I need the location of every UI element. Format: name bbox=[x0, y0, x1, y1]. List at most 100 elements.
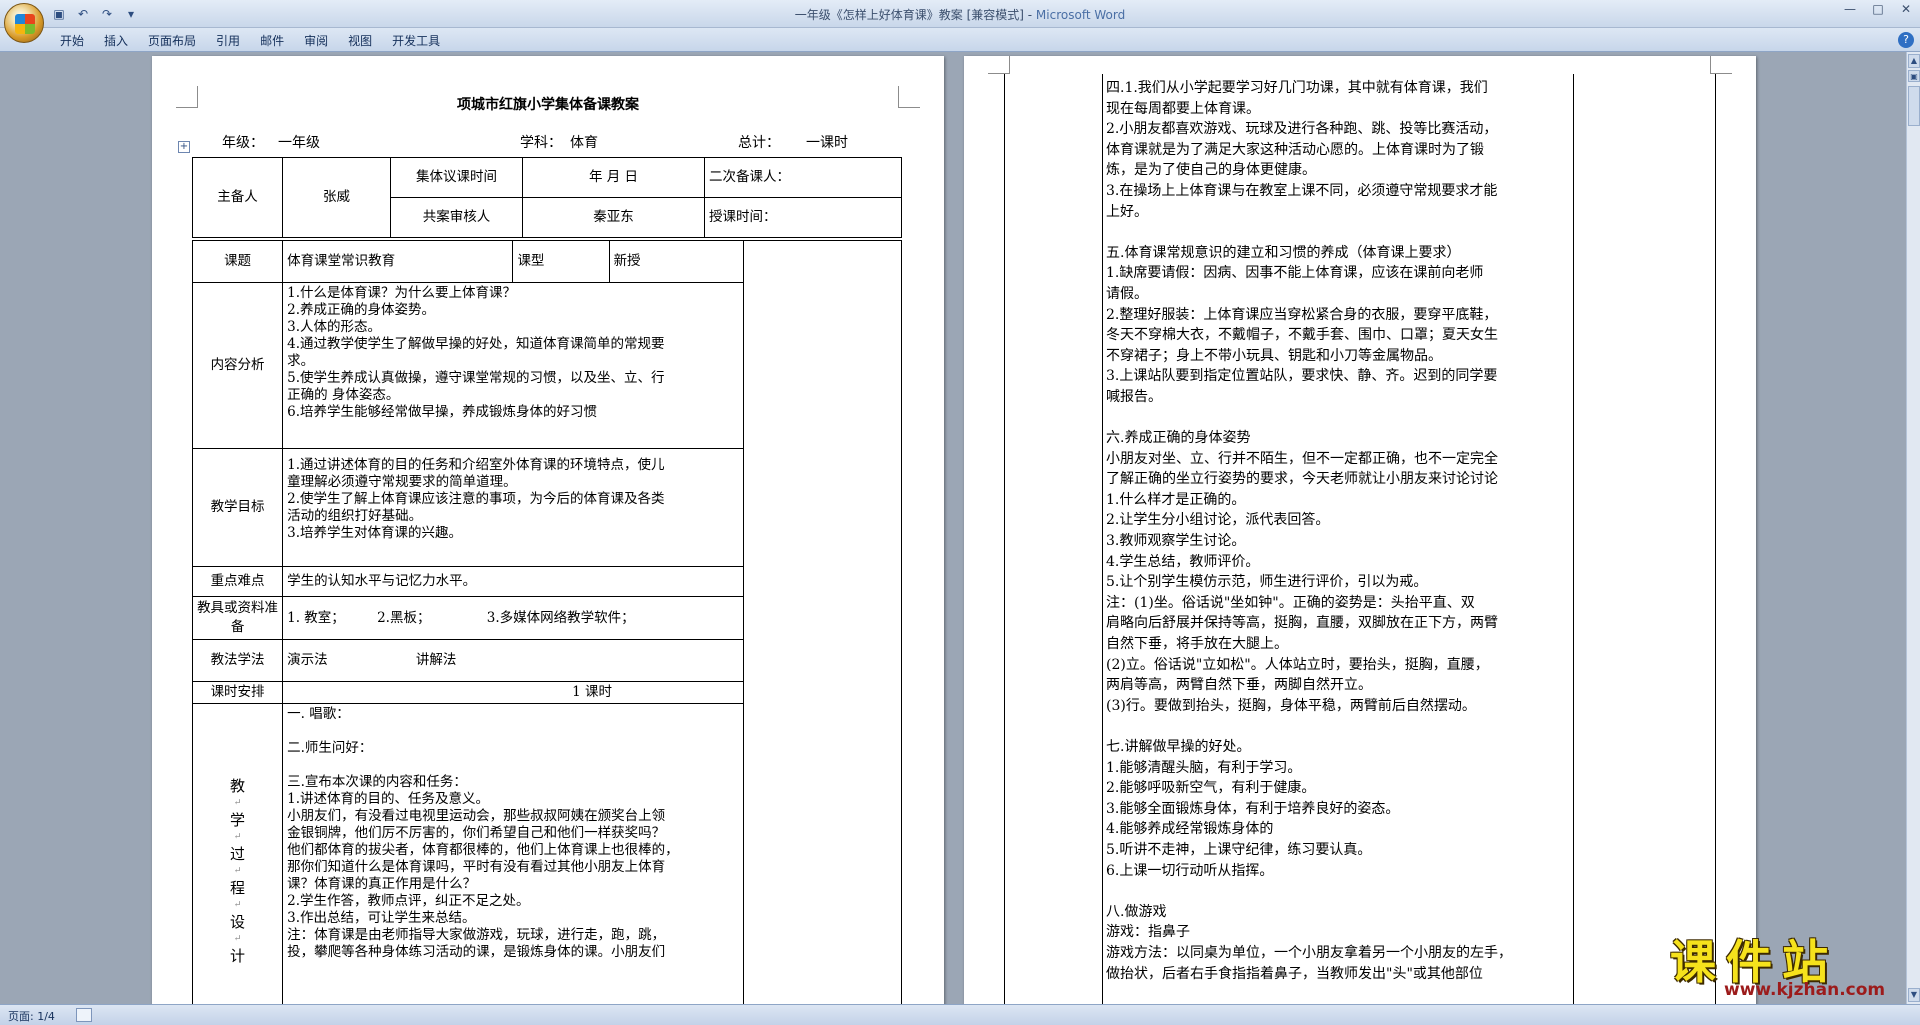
text-line: 冬天不穿棉大衣，不戴帽子，不戴手套、围巾、口罩；夏天女生 bbox=[1106, 327, 1498, 344]
table-anchor-icon[interactable]: + bbox=[178, 141, 190, 153]
process-cell: 一. 唱歌： 二.师生问好： 三.宣布本次课的内容和任务： 1.讲述体育的目的、… bbox=[282, 703, 744, 1004]
notes-column bbox=[742, 240, 903, 1004]
document-title: 一年级《怎样上好体育课》教案 [兼容模式] - bbox=[794, 8, 1036, 22]
tools-label: 教具或资料准备 bbox=[191, 596, 284, 640]
ribbon-tabs: 开始 插入 页面布局 引用 邮件 审阅 视图 开发工具 ? bbox=[0, 28, 1920, 52]
text-line: 4.学生总结，教师评价。 bbox=[1106, 553, 1260, 570]
method-item: 讲解法 bbox=[415, 652, 457, 668]
reviewer-value: 秦亚东 bbox=[522, 197, 705, 238]
text-line: (3)行。要做到抬头，挺胸，身体平稳，两臂前后自然摆动。 bbox=[1106, 697, 1476, 714]
text-line: 上好。 bbox=[1106, 203, 1148, 220]
minimize-button[interactable]: — bbox=[1836, 0, 1864, 20]
continued-lesson-text: 四.1.我们从小学起要学习好几门功课，其中就有体育课，我们 现在每周都要上体育课。… bbox=[1106, 78, 1576, 984]
page-2: 四.1.我们从小学起要学习好几门功课，其中就有体育课，我们 现在每周都要上体育课。… bbox=[964, 56, 1756, 1004]
tab-references[interactable]: 引用 bbox=[208, 30, 248, 50]
text-line: 体育课就是为了满足大家这种活动心愿的。上体育课时为了锻 bbox=[1106, 141, 1484, 158]
process-line: 课？体育课的真正作用是什么？ bbox=[287, 876, 477, 892]
tab-developer[interactable]: 开发工具 bbox=[384, 30, 448, 50]
schedule-value: 1 课时 bbox=[282, 681, 902, 704]
window-controls: — □ ✕ bbox=[1836, 0, 1920, 20]
process-line: 二.师生问好： bbox=[287, 740, 373, 756]
process-line: 注：体育课是由老师指导大家做游戏，玩球，进行走，跑，跳， bbox=[287, 927, 666, 943]
window-title: 一年级《怎样上好体育课》教案 [兼容模式] - Microsoft Word bbox=[0, 6, 1920, 23]
process-line: 3.作出总结，可让学生来总结。 bbox=[287, 910, 476, 926]
tab-review[interactable]: 审阅 bbox=[296, 30, 336, 50]
content-line: 4.通过教学使学生了解做早操的好处，知道体育课简单的常规要 bbox=[287, 336, 665, 352]
goal-line: 1.通过讲述体育的目的任务和介绍室外体育课的环境特点，使儿 bbox=[287, 457, 665, 473]
help-icon[interactable]: ? bbox=[1898, 32, 1914, 48]
lesson-table: 课题 体育课堂常识教育 课型 新授 内容分析 1.什么是体育课？为什么要上体育课… bbox=[191, 240, 903, 1004]
tool-item: 3.多媒体网络教学软件； bbox=[486, 609, 635, 626]
text-line: 3.能够全面锻炼身体，有利于培养良好的姿态。 bbox=[1106, 800, 1400, 817]
process-line: 金银铜牌，他们厉不厉害的，你们希望自己和他们一样获奖吗？ bbox=[287, 825, 666, 841]
tool-item: 2.黑板； bbox=[377, 609, 431, 626]
page-1: 项城市红旗小学集体备课教案 + 年级： 一年级 学科： 体育 总计： 一课时 主… bbox=[152, 56, 944, 1004]
meeting-time-label: 集体议课时间 bbox=[390, 157, 523, 198]
scroll-down-icon[interactable]: ▼ bbox=[1908, 988, 1920, 1002]
document-workspace: 项城市红旗小学集体备课教案 + 年级： 一年级 学科： 体育 总计： 一课时 主… bbox=[0, 52, 1906, 1004]
schedule-label: 课时安排 bbox=[191, 681, 284, 704]
proofing-icon[interactable] bbox=[76, 1008, 92, 1022]
tab-home[interactable]: 开始 bbox=[52, 30, 92, 50]
process-line: 那你们知道什么是体育课吗，平时有没有看过其他小朋友上体育 bbox=[287, 859, 666, 875]
grade-label: 年级： bbox=[222, 135, 264, 151]
key-points-label: 重点难点 bbox=[191, 566, 284, 597]
scroll-up-icon[interactable]: ▲ bbox=[1908, 54, 1920, 68]
process-line: 投，攀爬等各种身体练习活动的课，是锻炼身体的课。小朋友们 bbox=[287, 944, 666, 960]
method-cell: 演示法 讲解法 bbox=[282, 639, 744, 682]
status-bar: 页面: 1/4 bbox=[0, 1004, 1920, 1025]
text-line: 5.让个别学生模仿示范，师生进行评价，引以为戒。 bbox=[1106, 574, 1428, 591]
text-line: 自然下垂，将手放在大腿上。 bbox=[1106, 636, 1288, 653]
close-button[interactable]: ✕ bbox=[1892, 0, 1920, 20]
tab-mailings[interactable]: 邮件 bbox=[252, 30, 292, 50]
teach-time-label: 授课时间： bbox=[704, 197, 902, 238]
text-line: 2.整理好服装：上体育课应当穿松紧合身的衣服，要穿平底鞋， bbox=[1106, 306, 1498, 323]
text-line: 现在每周都要上体育课。 bbox=[1106, 100, 1260, 117]
tab-view[interactable]: 视图 bbox=[340, 30, 380, 50]
ruler-toggle-icon[interactable]: ▣ bbox=[1908, 70, 1920, 82]
text-line: 游戏方法：以同桌为单位，一个小朋友拿着另一个小朋友的左手， bbox=[1106, 944, 1512, 961]
reviewer-label: 共案审核人 bbox=[390, 197, 523, 238]
text-line: 小朋友对坐、立、行并不陌生，但不一定都正确，也不一定完全 bbox=[1106, 450, 1498, 467]
subject-label: 学科： bbox=[520, 135, 562, 151]
text-line: 1.什么样才是正确的。 bbox=[1106, 491, 1246, 508]
tools-cell: 1. 教室； 2.黑板； 3.多媒体网络教学软件； bbox=[282, 596, 744, 640]
tool-item: 1. 教室； bbox=[287, 609, 345, 626]
document-heading: 项城市红旗小学集体备课教案 bbox=[457, 97, 639, 113]
maximize-button[interactable]: □ bbox=[1864, 0, 1892, 20]
grade-value: 一年级 bbox=[278, 135, 320, 151]
text-line: 2.能够呼吸新空气，有利于健康。 bbox=[1106, 780, 1316, 797]
office-button[interactable] bbox=[4, 3, 44, 43]
content-line: 3.人体的形态。 bbox=[287, 319, 382, 335]
scroll-thumb[interactable] bbox=[1908, 86, 1920, 126]
text-line bbox=[1106, 716, 1576, 737]
text-line bbox=[1106, 222, 1576, 243]
process-line: 小朋友们，有没看过电视里运动会，那些叔叔阿姨在颁奖台上领 bbox=[287, 808, 666, 824]
process-label-char: 程 bbox=[230, 879, 246, 897]
page-counter[interactable]: 页面: 1/4 bbox=[8, 1008, 55, 1024]
tab-page-layout[interactable]: 页面布局 bbox=[140, 30, 204, 50]
text-line: (2)立。俗话说"立如松"。人体站立时，要抬头，挺胸，直腰， bbox=[1106, 656, 1489, 673]
process-line: 他们都体育的拔尖者，体育都很棒的，他们上体育课上也很棒的， bbox=[287, 842, 679, 858]
topic-label: 课题 bbox=[191, 240, 284, 283]
topic-value: 体育课堂常识教育 bbox=[282, 240, 514, 283]
text-line: 游戏：指鼻子 bbox=[1106, 924, 1190, 941]
goal-line: 3.培养学生对体育课的兴趣。 bbox=[287, 525, 463, 541]
content-line: 1.什么是体育课？为什么要上体育课？ bbox=[287, 285, 517, 301]
text-line: 不穿裙子；身上不带小玩具、钥匙和小刀等金属物品。 bbox=[1106, 347, 1442, 364]
text-line: 六.养成正确的身体姿势 bbox=[1106, 430, 1251, 447]
header-meta: 年级： 一年级 学科： 体育 总计： 一课时 bbox=[222, 132, 924, 152]
vertical-scrollbar[interactable]: ▲ ▣ ▼ bbox=[1906, 52, 1920, 1004]
process-line: 1.讲述体育的目的、任务及意义。 bbox=[287, 791, 490, 807]
text-line: 4.能够养成经常锻炼身体的 bbox=[1106, 821, 1274, 838]
text-line: 3.上课站队要到指定位置站队，要求快、静、齐。迟到的同学要 bbox=[1106, 368, 1498, 385]
text-line: 请假。 bbox=[1106, 285, 1148, 302]
process-line bbox=[287, 723, 739, 740]
method-item: 演示法 bbox=[287, 652, 328, 668]
text-line: 七.讲解做早操的好处。 bbox=[1106, 739, 1251, 755]
tab-insert[interactable]: 插入 bbox=[96, 30, 136, 50]
text-line: 1.缺席要请假：因病、因事不能上体育课，应该在课前向老师 bbox=[1106, 265, 1484, 282]
crop-mark bbox=[1710, 56, 1732, 74]
process-label-char: 设 bbox=[230, 913, 246, 931]
app-name: Microsoft Word bbox=[1035, 8, 1126, 22]
